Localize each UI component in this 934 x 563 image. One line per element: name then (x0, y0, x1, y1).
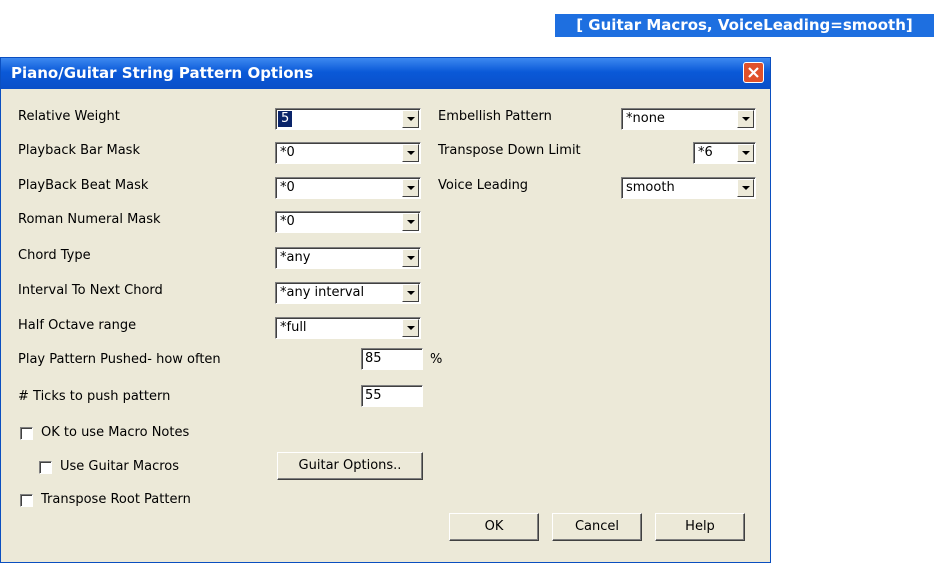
roman-numeral-mask-label: Roman Numeral Mask (18, 212, 161, 227)
chevron-down-icon[interactable] (402, 110, 419, 128)
use-guitar-macros-label[interactable]: Use Guitar Macros (60, 459, 179, 475)
relative-weight-label: Relative Weight (18, 109, 120, 124)
chevron-down-icon[interactable] (402, 284, 419, 302)
ok-button[interactable]: OK (449, 513, 539, 541)
chevron-down-icon[interactable] (402, 179, 419, 197)
close-icon (748, 67, 759, 78)
playback-bar-mask-value: *0 (280, 145, 295, 160)
use-guitar-macros-checkbox[interactable] (39, 461, 52, 474)
chevron-down-icon[interactable] (402, 249, 419, 267)
embellish-pattern-select[interactable]: *none (621, 108, 756, 130)
chord-type-select[interactable]: *any (275, 247, 421, 269)
transpose-down-limit-value: *6 (698, 145, 713, 160)
dialog-title: Piano/Guitar String Pattern Options (11, 64, 314, 82)
roman-numeral-mask-select[interactable]: *0 (275, 211, 421, 233)
play-pattern-pushed-label: Play Pattern Pushed- how often (18, 352, 221, 367)
roman-numeral-mask-value: *0 (280, 214, 295, 229)
playback-beat-mask-label: PlayBack Beat Mask (18, 178, 149, 193)
ticks-to-push-label: # Ticks to push pattern (18, 389, 171, 404)
chevron-down-icon[interactable] (737, 144, 754, 162)
relative-weight-select[interactable]: 5 (275, 108, 421, 130)
interval-next-chord-label: Interval To Next Chord (18, 283, 163, 298)
voice-leading-select[interactable]: smooth (621, 177, 756, 199)
chord-type-label: Chord Type (18, 248, 91, 263)
transpose-down-limit-label: Transpose Down Limit (438, 143, 581, 158)
string-pattern-options-dialog: Piano/Guitar String Pattern Options Rela… (0, 57, 771, 563)
chord-type-value: *any (280, 250, 311, 265)
close-button[interactable] (743, 62, 764, 83)
ok-macro-notes-label[interactable]: OK to use Macro Notes (41, 425, 189, 441)
chevron-down-icon[interactable] (402, 319, 419, 337)
playback-bar-mask-label: Playback Bar Mask (18, 143, 140, 158)
chevron-down-icon[interactable] (737, 179, 754, 197)
chevron-down-icon[interactable] (402, 144, 419, 162)
title-bar[interactable]: Piano/Guitar String Pattern Options (1, 58, 770, 89)
playback-beat-mask-value: *0 (280, 180, 295, 195)
guitar-options-button[interactable]: Guitar Options.. (277, 452, 423, 480)
interval-next-chord-select[interactable]: *any interval (275, 282, 421, 304)
playback-beat-mask-select[interactable]: *0 (275, 177, 421, 199)
cancel-button[interactable]: Cancel (552, 513, 642, 541)
interval-next-chord-value: *any interval (280, 285, 365, 300)
embellish-pattern-value: *none (626, 111, 665, 126)
ok-macro-notes-checkbox[interactable] (20, 427, 33, 440)
header-banner: [ Guitar Macros, VoiceLeading=smooth] (555, 14, 934, 37)
half-octave-range-select[interactable]: *full (275, 317, 421, 339)
embellish-pattern-label: Embellish Pattern (438, 109, 552, 124)
relative-weight-value: 5 (278, 111, 293, 127)
transpose-root-pattern-checkbox[interactable] (20, 494, 33, 507)
help-button[interactable]: Help (655, 513, 745, 541)
ticks-to-push-input[interactable]: 55 (361, 385, 423, 407)
chevron-down-icon[interactable] (737, 110, 754, 128)
playback-bar-mask-select[interactable]: *0 (275, 142, 421, 164)
play-pattern-pushed-value: 85 (365, 351, 382, 366)
chevron-down-icon[interactable] (402, 213, 419, 231)
ticks-to-push-value: 55 (365, 388, 382, 403)
transpose-root-pattern-label[interactable]: Transpose Root Pattern (41, 492, 191, 508)
half-octave-range-label: Half Octave range (18, 318, 137, 333)
voice-leading-label: Voice Leading (438, 178, 529, 193)
voice-leading-value: smooth (626, 180, 675, 195)
transpose-down-limit-select[interactable]: *6 (693, 142, 756, 164)
percent-unit-label: % (430, 352, 443, 367)
play-pattern-pushed-input[interactable]: 85 (361, 348, 423, 370)
half-octave-range-value: *full (280, 320, 307, 335)
